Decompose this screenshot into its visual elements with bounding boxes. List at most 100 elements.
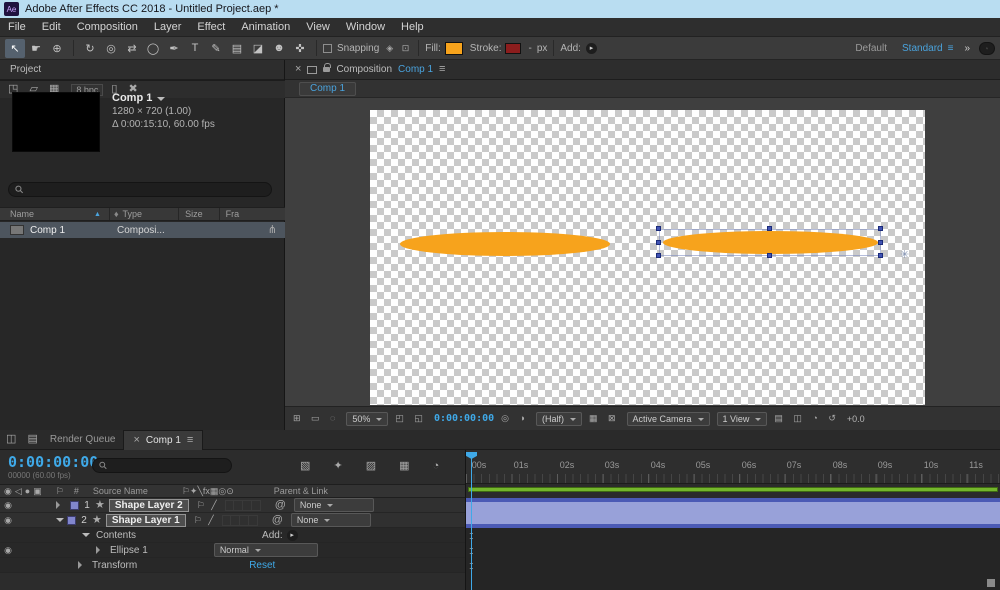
ellipse-group-label[interactable]: Ellipse 1 <box>110 545 148 556</box>
stroke-color-swatch[interactable] <box>505 43 521 54</box>
layer-name[interactable]: Shape Layer 1 <box>106 514 186 527</box>
close-icon[interactable]: × <box>133 435 139 446</box>
layer-color-chip[interactable] <box>70 501 79 510</box>
expander-icon[interactable] <box>56 518 64 526</box>
close-icon[interactable]: × <box>295 64 301 75</box>
selection-handle[interactable] <box>767 226 772 231</box>
snapshot-icons[interactable]: ◎ ◑ <box>501 414 529 423</box>
selection-handle[interactable] <box>656 240 661 245</box>
exposure-value[interactable]: +0.0 <box>847 414 865 424</box>
pen-tool-icon[interactable]: ✒ <box>164 39 184 58</box>
roi-and-grid-icons[interactable]: ◰ ◱ <box>395 414 427 423</box>
workspace-menu-icon[interactable]: ≡ <box>948 43 954 54</box>
clone-stamp-tool-icon[interactable]: ▤ <box>227 39 247 58</box>
viewer-timecode[interactable]: 0:00:00:00 <box>434 413 494 424</box>
time-ruler[interactable]: 00s 01s 02s 03s 04s 05s 06s 07s 08s 09s … <box>466 450 1000 484</box>
column-name[interactable]: Name <box>0 209 34 219</box>
tab-project[interactable]: Project <box>10 64 41 75</box>
column-divider[interactable] <box>178 208 179 220</box>
eye-icon[interactable]: ◉ <box>0 516 16 525</box>
resolution-dropdown[interactable]: (Half) <box>536 412 582 426</box>
timeline-search[interactable] <box>92 458 232 473</box>
camera-tool-icon[interactable]: ◎ <box>101 39 121 58</box>
menu-window[interactable]: Window <box>338 21 393 33</box>
shape-tool-icon[interactable]: ◯ <box>143 39 163 58</box>
network-flowchart-icon[interactable]: ⋔ <box>268 225 277 236</box>
layer-color-chip[interactable] <box>67 516 76 525</box>
timeline-zoom-grip[interactable] <box>987 579 995 587</box>
menu-layer[interactable]: Layer <box>146 21 190 33</box>
work-area-bar[interactable] <box>468 487 998 492</box>
project-search-input[interactable] <box>28 184 265 195</box>
panel-menu-icon[interactable]: ≡ <box>187 435 193 446</box>
roto-brush-tool-icon[interactable]: ☻ <box>269 39 289 58</box>
project-item-name[interactable]: Comp 1 <box>30 225 65 236</box>
layer-row-1[interactable]: ◉ 1 ★ Shape Layer 2 ⚐ ╱ @ None <box>0 498 465 513</box>
expander-icon[interactable] <box>56 501 64 509</box>
project-search[interactable] <box>8 182 272 197</box>
column-source-name[interactable]: Source Name <box>93 486 148 496</box>
column-divider[interactable] <box>109 208 110 220</box>
layer-switches-icons[interactable]: ⚐ ╱ <box>194 516 216 525</box>
tab-comp-1[interactable]: × Comp 1 ≡ <box>123 430 203 450</box>
menu-file[interactable]: File <box>0 21 34 33</box>
expander-icon[interactable] <box>96 546 104 554</box>
workspace-default[interactable]: Default <box>855 43 887 54</box>
panel-menu-icon[interactable]: ≡ <box>439 64 445 75</box>
selection-handle[interactable] <box>767 253 772 258</box>
workspace-search-box[interactable] <box>979 42 995 55</box>
puppet-pin-tool-icon[interactable]: ✜ <box>290 39 310 58</box>
add-shape-button[interactable]: ▸ <box>287 530 298 541</box>
camera-dropdown[interactable]: Active Camera <box>627 412 710 426</box>
parent-dropdown[interactable]: None <box>291 513 371 527</box>
composition-thumbnail[interactable] <box>12 92 100 152</box>
magnification-dropdown[interactable]: 50% <box>346 412 388 426</box>
fill-color-swatch[interactable] <box>445 42 463 55</box>
column-parent-link[interactable]: Parent & Link <box>274 486 328 496</box>
viewer-comp-tab[interactable]: Comp 1 <box>299 82 356 96</box>
ellipse-group-row[interactable]: ◉ Ellipse 1 Normal <box>0 543 465 558</box>
timeline-search-input[interactable] <box>111 460 225 471</box>
layer-switch-cells[interactable] <box>225 500 261 511</box>
transform-label[interactable]: Transform <box>92 560 137 571</box>
viewer-footer-right-icons[interactable]: ▤ ◫ ◔ ↺ <box>774 414 840 423</box>
menu-composition[interactable]: Composition <box>69 21 146 33</box>
menu-view[interactable]: View <box>298 21 338 33</box>
playhead-line[interactable] <box>471 456 472 590</box>
brush-tool-icon[interactable]: ✎ <box>206 39 226 58</box>
selection-handle[interactable] <box>878 226 883 231</box>
snapping-checkbox[interactable] <box>323 44 332 53</box>
blend-mode-dropdown[interactable]: Normal <box>214 543 318 557</box>
type-tool-icon[interactable]: T <box>185 39 205 58</box>
timeline-track-area[interactable]: 00s 01s 02s 03s 04s 05s 06s 07s 08s 09s … <box>465 450 1000 590</box>
hand-tool-icon[interactable]: ☛ <box>26 39 46 58</box>
column-layer-number[interactable]: # <box>74 486 79 496</box>
selection-handle[interactable] <box>878 253 883 258</box>
selection-tool-icon[interactable]: ↖ <box>5 39 25 58</box>
reset-link[interactable]: Reset <box>249 560 275 571</box>
eye-icon[interactable]: ◉ <box>0 546 16 555</box>
composition-canvas[interactable]: ✳ <box>370 110 925 405</box>
expander-icon[interactable] <box>82 533 90 541</box>
current-time-display[interactable]: 0:00:00:00 <box>8 453 98 471</box>
menu-animation[interactable]: Animation <box>233 21 298 33</box>
column-type[interactable]: Type <box>123 209 143 219</box>
layer-switch-cells[interactable] <box>222 515 258 526</box>
workspace-standard[interactable]: Standard <box>902 43 943 54</box>
composition-tab-comp-name[interactable]: Comp 1 <box>398 64 433 75</box>
eye-icon[interactable]: ◉ <box>0 501 16 510</box>
viewer-footer-left-icons[interactable]: ⊞ ▭ ◌ <box>293 414 339 423</box>
add-property-button[interactable]: ▸ <box>586 43 597 54</box>
menu-edit[interactable]: Edit <box>34 21 69 33</box>
rotation-tool-icon[interactable]: ↻ <box>80 39 100 58</box>
snap-options-icons[interactable]: ◈ ⊡ <box>386 44 412 53</box>
contents-label[interactable]: Contents <box>96 530 136 541</box>
selection-handle[interactable] <box>656 253 661 258</box>
view-layout-dropdown[interactable]: 1 View <box>717 412 768 426</box>
zoom-tool-icon[interactable]: ⊕ <box>47 39 67 58</box>
transform-row[interactable]: Transform Reset <box>0 558 465 573</box>
menu-effect[interactable]: Effect <box>189 21 233 33</box>
parent-dropdown[interactable]: None <box>294 498 374 512</box>
menu-help[interactable]: Help <box>393 21 432 33</box>
pan-behind-tool-icon[interactable]: ⇄ <box>122 39 142 58</box>
